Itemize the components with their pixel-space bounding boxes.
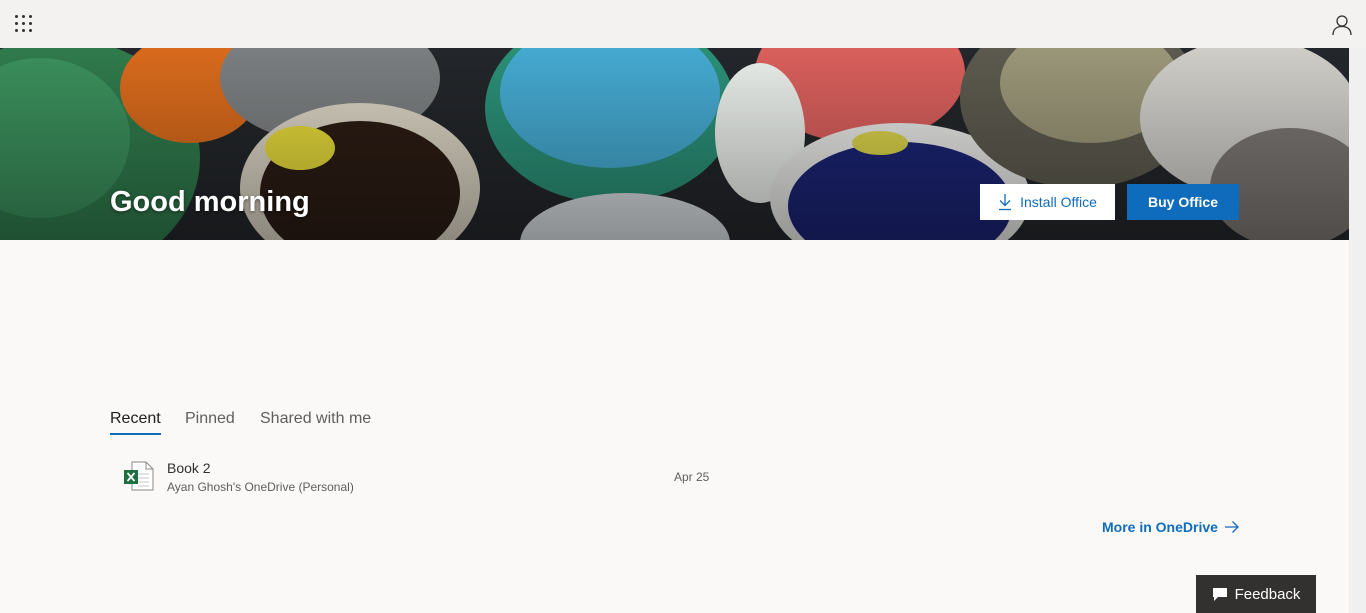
tab-pinned[interactable]: Pinned <box>185 410 235 428</box>
file-name: Book 2 <box>167 460 211 476</box>
top-bar <box>0 0 1366 48</box>
install-office-button[interactable]: Install Office <box>980 184 1115 220</box>
more-in-onedrive-link[interactable]: More in OneDrive <box>1102 519 1240 535</box>
tab-recent[interactable]: Recent <box>110 410 161 428</box>
feedback-button[interactable]: Feedback <box>1196 575 1316 613</box>
file-location: Ayan Ghosh's OneDrive (Personal) <box>167 480 354 494</box>
file-date: Apr 25 <box>674 470 710 484</box>
feedback-label: Feedback <box>1234 585 1301 603</box>
chat-icon <box>1212 587 1227 601</box>
account-person-icon[interactable] <box>1331 14 1353 36</box>
more-in-onedrive-label: More in OneDrive <box>1102 519 1218 535</box>
tab-shared-with-me[interactable]: Shared with me <box>260 410 371 428</box>
arrow-right-icon <box>1224 521 1239 533</box>
buy-office-button[interactable]: Buy Office <box>1127 184 1239 220</box>
vertical-scrollbar[interactable] <box>1349 48 1366 613</box>
download-icon <box>999 194 1012 211</box>
greeting-heading: Good morning <box>110 186 310 218</box>
app-launcher-waffle-icon[interactable] <box>15 15 32 32</box>
file-list-item[interactable]: Book 2 Ayan Ghosh's OneDrive (Personal) … <box>110 452 730 500</box>
active-tab-indicator <box>110 433 161 435</box>
excel-file-icon <box>124 461 154 491</box>
install-office-label: Install Office <box>1020 194 1097 210</box>
